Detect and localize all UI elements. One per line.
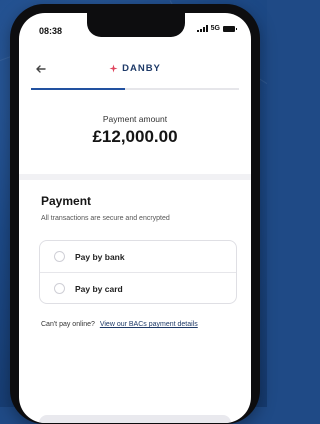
network-label: 5G — [210, 25, 220, 32]
offline-payment-row: Can't pay online? View our BACs payment … — [41, 321, 198, 328]
radio-button[interactable] — [54, 251, 65, 262]
bacs-details-link[interactable]: View our BACs payment details — [100, 321, 198, 328]
option-label: Pay by bank — [75, 251, 125, 262]
brand-mark-icon — [109, 64, 118, 73]
payment-section-title: Payment — [41, 194, 92, 208]
payment-security-note: All transactions are secure and encrypte… — [41, 215, 170, 222]
status-indicators: 5G — [196, 25, 237, 32]
continue-button[interactable] — [39, 415, 231, 423]
battery-icon — [223, 25, 237, 32]
option-pay-by-bank[interactable]: Pay by bank — [40, 241, 236, 272]
progress-bar — [31, 88, 239, 90]
payment-options: Pay by bank Pay by card — [39, 240, 237, 304]
payment-amount-value: £12,000.00 — [92, 127, 178, 146]
brand-logo: DANBY — [19, 63, 251, 74]
app-header: DANBY — [19, 55, 251, 83]
phone-frame: 08:38 5G DANBY Payment amount £12,000.00 — [10, 4, 260, 424]
progress-fill — [31, 88, 125, 90]
option-pay-by-card[interactable]: Pay by card — [40, 272, 236, 304]
brand-name: DANBY — [122, 63, 161, 74]
status-time: 08:38 — [39, 26, 63, 36]
offline-prompt: Can't pay online? — [41, 321, 95, 328]
radio-button[interactable] — [54, 283, 65, 294]
section-divider — [19, 174, 251, 180]
option-label: Pay by card — [75, 283, 123, 294]
payment-amount-label: Payment amount — [102, 114, 168, 124]
phone-screen: 08:38 5G DANBY Payment amount £12,000.00 — [19, 13, 251, 423]
camera-notch — [87, 13, 185, 37]
signal-icon — [196, 25, 208, 32]
